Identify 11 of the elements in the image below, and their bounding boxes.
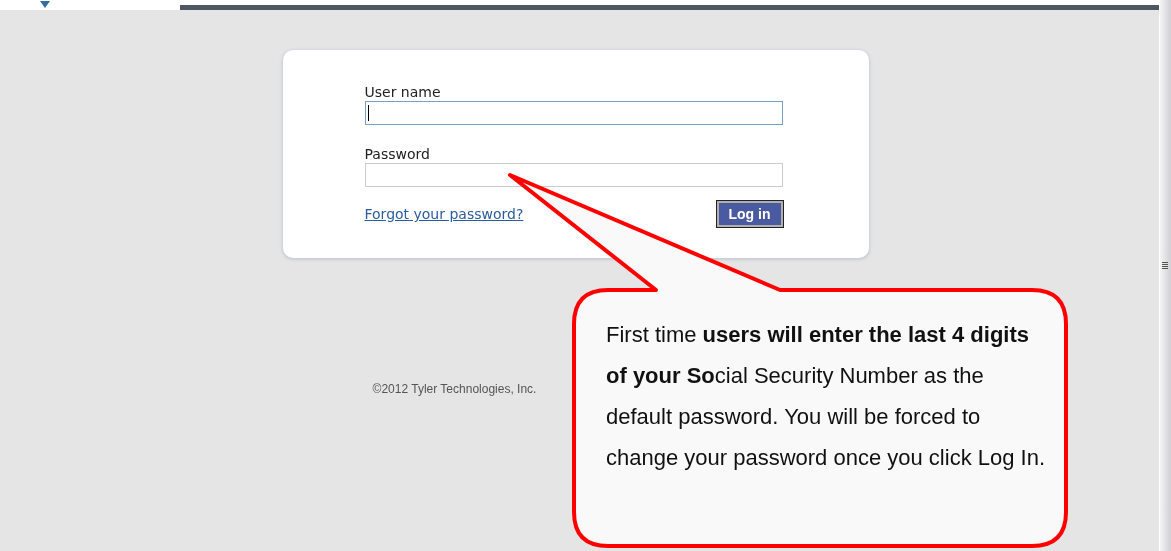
caret-icon <box>40 1 50 8</box>
forgot-password-link[interactable]: Forgot your password? <box>364 206 524 222</box>
login-button[interactable]: Log in <box>716 201 783 227</box>
input-field[interactable] <box>364 163 783 187</box>
field-label: User name <box>364 84 442 100</box>
callout-text: First time users will enter the last 4 digits of your Social Security Number as the default password. You will be forced to change your password once you click Log In. <box>606 321 1046 472</box>
field-label: Password <box>364 146 431 162</box>
scrollbar[interactable] <box>1159 0 1171 551</box>
input-field[interactable] <box>364 101 783 125</box>
copyright-text: ©2012 Tyler Technologies, Inc. <box>372 382 537 396</box>
grip-icon <box>1162 262 1168 269</box>
